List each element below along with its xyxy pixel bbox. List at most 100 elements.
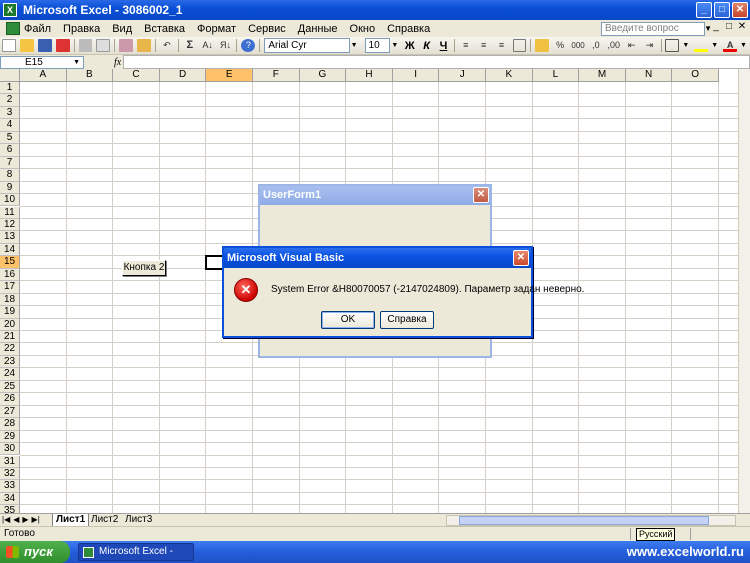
dialog-close-button[interactable]: ✕ — [513, 250, 529, 266]
font-size-select[interactable]: 10 — [364, 38, 391, 53]
sort-ascending-icon[interactable]: A↓ — [201, 39, 215, 52]
row-header-13[interactable]: 13 — [0, 231, 20, 244]
workbook-restore-button[interactable]: □ — [724, 21, 734, 32]
workbook-icon[interactable] — [6, 22, 20, 35]
sheet-tab-2[interactable]: Лист2 — [88, 514, 121, 526]
scrollbar-thumb[interactable] — [459, 516, 709, 525]
chevron-down-icon[interactable]: ▼ — [711, 42, 718, 49]
row-header-16[interactable]: 16 — [0, 268, 20, 282]
font-name-select[interactable]: Arial Cyr — [264, 38, 350, 53]
open-folder-icon[interactable] — [19, 39, 34, 52]
row-header-9[interactable]: 9 — [0, 181, 20, 195]
form-button-kнопка-2[interactable]: Кнопка 2 — [122, 260, 166, 276]
sort-descending-icon[interactable]: Я↓ — [219, 39, 233, 52]
row-header-34[interactable]: 34 — [0, 492, 20, 506]
row-header-19[interactable]: 19 — [0, 306, 20, 319]
column-header-j[interactable]: J — [439, 69, 486, 82]
chevron-down-icon[interactable]: ▼ — [73, 57, 80, 68]
help-button[interactable]: Справка — [380, 311, 434, 329]
maximize-button[interactable]: □ — [714, 2, 730, 18]
italic-button[interactable]: К — [420, 40, 433, 52]
row-header-20[interactable]: 20 — [0, 318, 20, 331]
decrease-indent-icon[interactable]: ⇤ — [625, 39, 639, 52]
prev-sheet-icon[interactable]: ◀ — [13, 514, 19, 526]
horizontal-scrollbar[interactable] — [446, 515, 736, 526]
column-header-b[interactable]: B — [66, 69, 114, 82]
ok-button[interactable]: OK — [321, 311, 375, 329]
workbook-close-button[interactable]: ✕ — [737, 21, 747, 32]
decrease-decimal-icon[interactable]: ,00 — [607, 39, 621, 52]
first-sheet-icon[interactable]: |◀ — [2, 514, 10, 526]
excel-app-icon[interactable]: X — [3, 3, 17, 17]
row-header-6[interactable]: 6 — [0, 144, 20, 157]
row-header-14[interactable]: 14 — [0, 243, 20, 257]
research-icon[interactable] — [119, 39, 134, 52]
column-header-f[interactable]: F — [253, 69, 300, 82]
underline-button[interactable]: Ч — [437, 40, 450, 52]
row-header-30[interactable]: 30 — [0, 443, 20, 456]
row-header-35[interactable]: 35 — [0, 505, 20, 513]
insert-function-icon[interactable]: fx — [114, 57, 121, 68]
menu-data[interactable]: Данные — [298, 23, 338, 35]
menu-view[interactable]: Вид — [112, 23, 132, 35]
column-header-o[interactable]: O — [672, 69, 719, 82]
column-header-c[interactable]: C — [113, 69, 160, 82]
taskbar-excel-item[interactable]: Microsoft Excel - 308... — [78, 543, 194, 563]
column-header-k[interactable]: K — [486, 69, 533, 82]
increase-indent-icon[interactable]: ⇥ — [643, 39, 657, 52]
align-center-icon[interactable]: ≡ — [477, 39, 491, 52]
help-icon[interactable]: ? — [241, 39, 256, 52]
row-header-23[interactable]: 23 — [0, 355, 20, 369]
autosum-icon[interactable]: Σ — [183, 39, 197, 52]
increase-decimal-icon[interactable]: ,0 — [589, 39, 603, 52]
row-header-27[interactable]: 27 — [0, 405, 20, 419]
menu-help[interactable]: Справка — [387, 23, 430, 35]
column-header-m[interactable]: M — [579, 69, 626, 82]
sheet-tab-1[interactable]: Лист1 — [52, 514, 90, 526]
menu-insert[interactable]: Вставка — [144, 23, 185, 35]
row-header-25[interactable]: 25 — [0, 380, 20, 394]
bold-button[interactable]: Ж — [403, 40, 416, 52]
column-header-h[interactable]: H — [346, 69, 393, 82]
save-icon[interactable] — [37, 39, 52, 52]
column-header-d[interactable]: D — [159, 69, 207, 82]
chevron-down-icon[interactable]: ▼ — [391, 42, 398, 49]
row-header-28[interactable]: 28 — [0, 418, 20, 431]
merge-center-icon[interactable] — [512, 39, 527, 52]
row-header-15[interactable]: 15 — [0, 256, 20, 269]
menu-tools[interactable]: Сервис — [248, 23, 286, 35]
next-sheet-icon[interactable]: ▶ — [22, 514, 28, 526]
row-header-2[interactable]: 2 — [0, 94, 20, 107]
row-header-18[interactable]: 18 — [0, 293, 20, 307]
row-header-32[interactable]: 32 — [0, 467, 20, 481]
row-header-11[interactable]: 11 — [0, 206, 20, 219]
menu-format[interactable]: Формат — [197, 23, 236, 35]
row-header-17[interactable]: 17 — [0, 281, 20, 294]
menu-edit[interactable]: Правка — [63, 23, 100, 35]
help-search-input[interactable]: Введите вопрос — [601, 22, 705, 36]
minimize-button[interactable]: _ — [696, 2, 712, 18]
chevron-down-icon[interactable]: ▼ — [351, 42, 358, 49]
workbook-minimize-button[interactable]: _ — [711, 21, 721, 32]
chevron-down-icon[interactable]: ▼ — [682, 42, 689, 49]
align-left-icon[interactable]: ≡ — [459, 39, 473, 52]
row-header-22[interactable]: 22 — [0, 343, 20, 356]
align-right-icon[interactable]: ≡ — [495, 39, 509, 52]
currency-icon[interactable] — [535, 39, 550, 52]
row-header-8[interactable]: 8 — [0, 169, 20, 182]
sheet-tab-3[interactable]: Лист3 — [122, 514, 155, 526]
percent-button[interactable]: % — [553, 39, 567, 52]
row-header-29[interactable]: 29 — [0, 430, 20, 444]
row-header-12[interactable]: 12 — [0, 218, 20, 232]
thousands-button[interactable]: 000 — [571, 39, 585, 52]
formula-input[interactable] — [123, 55, 750, 69]
menu-file[interactable]: Файл — [24, 23, 51, 35]
column-header-e[interactable]: E — [206, 69, 253, 82]
print-preview-icon[interactable] — [96, 39, 111, 52]
column-header-n[interactable]: N — [625, 69, 673, 82]
new-icon[interactable] — [2, 39, 16, 52]
font-color-icon[interactable]: A — [723, 39, 737, 52]
row-header-3[interactable]: 3 — [0, 106, 20, 120]
borders-icon[interactable] — [665, 39, 680, 52]
name-box[interactable]: E15 ▼ — [0, 55, 84, 69]
